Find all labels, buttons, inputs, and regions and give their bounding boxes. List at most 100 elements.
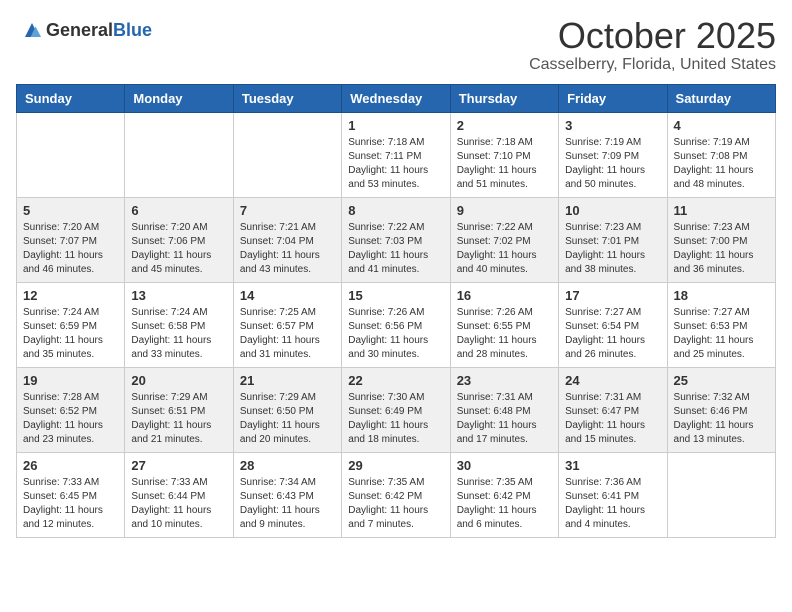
col-header-sunday: Sunday [17, 84, 125, 112]
day-number: 8 [348, 203, 443, 218]
page-header: General Blue October 2025 Casselberry, F… [16, 16, 776, 74]
calendar-cell: 7 Sunrise: 7:21 AMSunset: 7:04 PMDaylight… [233, 197, 341, 282]
calendar-cell: 15Sunrise: 7:26 AMSunset: 6:56 PMDayligh… [342, 282, 450, 367]
day-number: 3 [565, 118, 660, 133]
day-number: 21 [240, 373, 335, 388]
calendar-cell: 22 Sunrise: 7:30 AMSunset: 6:49 PMDayligh… [342, 367, 450, 452]
day-info: Sunrise: 7:18 AMSunset: 7:10 PMDaylight:… [457, 136, 552, 192]
day-number: 20 [131, 373, 226, 388]
calendar-week-row: 5 Sunrise: 7:20 AMSunset: 7:07 PMDaylight… [17, 197, 776, 282]
day-number: 28 [240, 458, 335, 473]
col-header-friday: Friday [559, 84, 667, 112]
calendar-cell: 27 Sunrise: 7:33 AMSunset: 6:44 PMDayligh… [125, 452, 233, 537]
day-info: Sunrise: 7:30 AMSunset: 6:49 PMDaylight:… [348, 391, 443, 447]
day-number: 25 [674, 373, 769, 388]
day-info: Sunrise: 7:22 AMSunset: 7:03 PMDaylight:… [348, 221, 443, 277]
day-info: Sunrise: 7:32 AMSunset: 6:46 PMDaylight:… [674, 391, 769, 447]
col-header-wednesday: Wednesday [342, 84, 450, 112]
day-number: 29 [348, 458, 443, 473]
calendar-cell: 25 Sunrise: 7:32 AMSunset: 6:46 PMDayligh… [667, 367, 775, 452]
day-info: Sunrise: 7:29 AMSunset: 6:51 PMDaylight:… [131, 391, 226, 447]
day-number: 1 [348, 118, 443, 133]
day-number: 24 [565, 373, 660, 388]
day-number: 26 [23, 458, 118, 473]
calendar-header-row: SundayMondayTuesdayWednesdayThursdayFrid… [17, 84, 776, 112]
day-info: Sunrise: 7:24 AMSunset: 6:59 PMDaylight:… [23, 306, 118, 362]
calendar-cell: 18 Sunrise: 7:27 AMSunset: 6:53 PMDayligh… [667, 282, 775, 367]
location-title: Casselberry, Florida, United States [529, 56, 776, 74]
day-info: Sunrise: 7:20 AMSunset: 7:07 PMDaylight:… [23, 221, 118, 277]
logo-icon [18, 16, 46, 44]
calendar-cell: 13 Sunrise: 7:24 AMSunset: 6:58 PMDayligh… [125, 282, 233, 367]
day-info: Sunrise: 7:35 AMSunset: 6:42 PMDaylight:… [457, 476, 552, 532]
day-number: 13 [131, 288, 226, 303]
calendar-cell: 2 Sunrise: 7:18 AMSunset: 7:10 PMDaylight… [450, 112, 558, 197]
day-info: Sunrise: 7:19 AMSunset: 7:08 PMDaylight:… [674, 136, 769, 192]
calendar-week-row: 19 Sunrise: 7:28 AMSunset: 6:52 PMDayligh… [17, 367, 776, 452]
day-number: 16 [457, 288, 552, 303]
calendar-cell: 11Sunrise: 7:23 AMSunset: 7:00 PMDayligh… [667, 197, 775, 282]
day-number: 30 [457, 458, 552, 473]
calendar-cell [233, 112, 341, 197]
calendar-cell [125, 112, 233, 197]
day-info: Sunrise: 7:25 AMSunset: 6:57 PMDaylight:… [240, 306, 335, 362]
day-number: 11 [674, 203, 769, 218]
calendar-cell: 28 Sunrise: 7:34 AMSunset: 6:43 PMDayligh… [233, 452, 341, 537]
calendar-cell: 5 Sunrise: 7:20 AMSunset: 7:07 PMDaylight… [17, 197, 125, 282]
calendar-cell: 31Sunrise: 7:36 AMSunset: 6:41 PMDayligh… [559, 452, 667, 537]
calendar-cell: 8 Sunrise: 7:22 AMSunset: 7:03 PMDaylight… [342, 197, 450, 282]
calendar-week-row: 26Sunrise: 7:33 AMSunset: 6:45 PMDayligh… [17, 452, 776, 537]
day-info: Sunrise: 7:33 AMSunset: 6:44 PMDaylight:… [131, 476, 226, 532]
day-number: 17 [565, 288, 660, 303]
day-info: Sunrise: 7:18 AMSunset: 7:11 PMDaylight:… [348, 136, 443, 192]
calendar-cell: 9Sunrise: 7:22 AMSunset: 7:02 PMDaylight… [450, 197, 558, 282]
day-number: 2 [457, 118, 552, 133]
day-info: Sunrise: 7:28 AMSunset: 6:52 PMDaylight:… [23, 391, 118, 447]
day-info: Sunrise: 7:34 AMSunset: 6:43 PMDaylight:… [240, 476, 335, 532]
day-number: 23 [457, 373, 552, 388]
day-info: Sunrise: 7:27 AMSunset: 6:53 PMDaylight:… [674, 306, 769, 362]
calendar-cell: 20 Sunrise: 7:29 AMSunset: 6:51 PMDayligh… [125, 367, 233, 452]
calendar-cell: 3 Sunrise: 7:19 AMSunset: 7:09 PMDaylight… [559, 112, 667, 197]
calendar-cell: 12Sunrise: 7:24 AMSunset: 6:59 PMDayligh… [17, 282, 125, 367]
day-number: 22 [348, 373, 443, 388]
day-info: Sunrise: 7:21 AMSunset: 7:04 PMDaylight:… [240, 221, 335, 277]
month-title: October 2025 [529, 16, 776, 56]
day-number: 19 [23, 373, 118, 388]
logo: General Blue [16, 16, 152, 44]
calendar-table: SundayMondayTuesdayWednesdayThursdayFrid… [16, 84, 776, 538]
col-header-thursday: Thursday [450, 84, 558, 112]
calendar-cell: 23 Sunrise: 7:31 AMSunset: 6:48 PMDayligh… [450, 367, 558, 452]
day-info: Sunrise: 7:19 AMSunset: 7:09 PMDaylight:… [565, 136, 660, 192]
calendar-cell: 1 Sunrise: 7:18 AMSunset: 7:11 PMDaylight… [342, 112, 450, 197]
calendar-cell: 6Sunrise: 7:20 AMSunset: 7:06 PMDaylight… [125, 197, 233, 282]
day-info: Sunrise: 7:35 AMSunset: 6:42 PMDaylight:… [348, 476, 443, 532]
day-info: Sunrise: 7:23 AMSunset: 7:01 PMDaylight:… [565, 221, 660, 277]
calendar-cell: 4Sunrise: 7:19 AMSunset: 7:08 PMDaylight… [667, 112, 775, 197]
calendar-cell: 30 Sunrise: 7:35 AMSunset: 6:42 PMDayligh… [450, 452, 558, 537]
calendar-cell [667, 452, 775, 537]
calendar-week-row: 12Sunrise: 7:24 AMSunset: 6:59 PMDayligh… [17, 282, 776, 367]
calendar-cell: 16Sunrise: 7:26 AMSunset: 6:55 PMDayligh… [450, 282, 558, 367]
day-number: 18 [674, 288, 769, 303]
day-info: Sunrise: 7:26 AMSunset: 6:56 PMDaylight:… [348, 306, 443, 362]
logo-text-blue: Blue [113, 20, 152, 41]
day-number: 31 [565, 458, 660, 473]
calendar-cell: 26Sunrise: 7:33 AMSunset: 6:45 PMDayligh… [17, 452, 125, 537]
day-info: Sunrise: 7:31 AMSunset: 6:48 PMDaylight:… [457, 391, 552, 447]
calendar-week-row: 1 Sunrise: 7:18 AMSunset: 7:11 PMDaylight… [17, 112, 776, 197]
calendar-cell: 29 Sunrise: 7:35 AMSunset: 6:42 PMDayligh… [342, 452, 450, 537]
calendar-cell: 19 Sunrise: 7:28 AMSunset: 6:52 PMDayligh… [17, 367, 125, 452]
day-info: Sunrise: 7:24 AMSunset: 6:58 PMDaylight:… [131, 306, 226, 362]
day-number: 7 [240, 203, 335, 218]
logo-text-general: General [46, 20, 113, 41]
day-number: 10 [565, 203, 660, 218]
day-info: Sunrise: 7:29 AMSunset: 6:50 PMDaylight:… [240, 391, 335, 447]
day-info: Sunrise: 7:22 AMSunset: 7:02 PMDaylight:… [457, 221, 552, 277]
day-number: 5 [23, 203, 118, 218]
day-number: 6 [131, 203, 226, 218]
title-block: October 2025 Casselberry, Florida, Unite… [529, 16, 776, 74]
col-header-saturday: Saturday [667, 84, 775, 112]
calendar-cell: 14Sunrise: 7:25 AMSunset: 6:57 PMDayligh… [233, 282, 341, 367]
day-number: 27 [131, 458, 226, 473]
